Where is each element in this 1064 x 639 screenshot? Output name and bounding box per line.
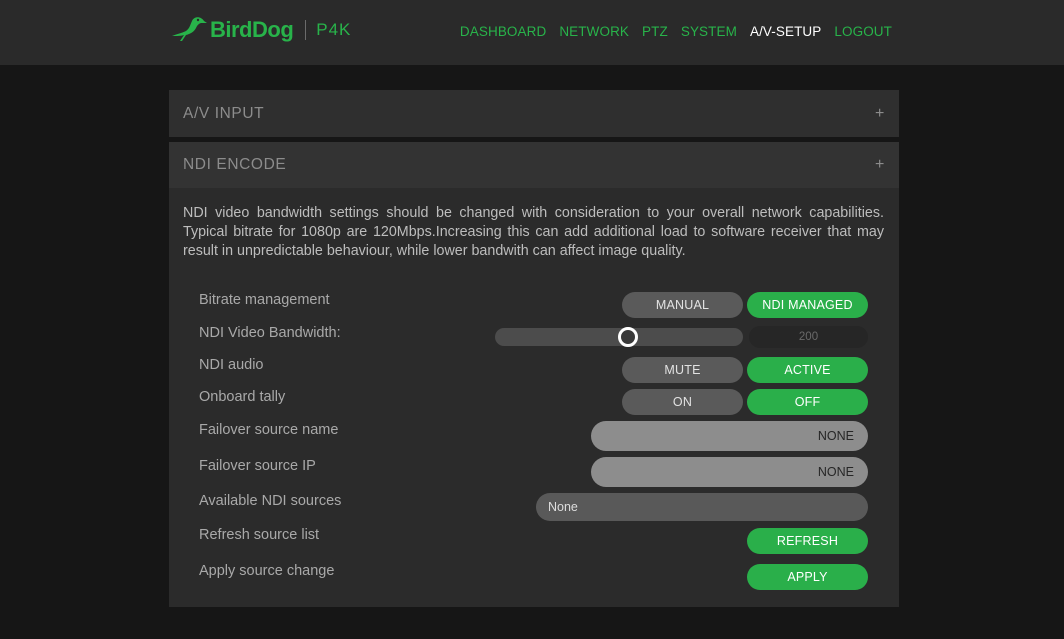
ndi-encode-body: NDI video bandwidth settings should be c…	[169, 188, 899, 607]
bird-logo-icon	[172, 17, 207, 41]
nav-network[interactable]: NETWORK	[559, 24, 629, 39]
nav-ptz[interactable]: PTZ	[642, 24, 668, 39]
ndi-video-bandwidth-label: NDI Video Bandwidth:	[199, 325, 341, 341]
bitrate-management-label: Bitrate management	[199, 292, 330, 308]
tally-off-button[interactable]: OFF	[747, 389, 868, 415]
onboard-tally-label: Onboard tally	[199, 389, 286, 405]
tally-on-button[interactable]: ON	[622, 389, 743, 415]
bandwidth-slider-handle[interactable]	[617, 327, 638, 347]
nav-av-setup[interactable]: A/V-SETUP	[750, 24, 821, 39]
brand-name: BirdDog	[210, 17, 294, 42]
failover-source-name-label: Failover source name	[199, 422, 339, 438]
expand-icon[interactable]: +	[875, 156, 885, 174]
brand-separator	[305, 20, 307, 40]
failover-source-name-input[interactable]: NONE	[591, 421, 868, 451]
mute-button[interactable]: MUTE	[622, 357, 743, 383]
nav-dashboard[interactable]: DASHBOARD	[460, 24, 546, 39]
ndi-encode-panel: NDI ENCODE + NDI video bandwidth setting…	[169, 142, 899, 607]
available-ndi-sources-select[interactable]: None	[536, 493, 868, 521]
av-input-panel: A/V INPUT +	[169, 90, 899, 137]
expand-icon[interactable]: +	[875, 105, 885, 123]
apply-button[interactable]: APPLY	[747, 564, 868, 590]
av-input-header[interactable]: A/V INPUT +	[169, 90, 899, 138]
ndi-managed-button[interactable]: NDI MANAGED	[747, 292, 868, 318]
failover-source-ip-input[interactable]: NONE	[591, 457, 868, 487]
bandwidth-value-field[interactable]: 200	[749, 326, 868, 348]
ndi-encode-title: NDI ENCODE	[183, 156, 287, 173]
ndi-audio-label: NDI audio	[199, 357, 264, 373]
refresh-button[interactable]: REFRESH	[747, 528, 868, 554]
av-input-title: A/V INPUT	[183, 105, 265, 122]
refresh-source-list-label: Refresh source list	[199, 527, 320, 543]
brand-logo[interactable]: BirdDog P4K	[170, 12, 351, 48]
main-nav: DASHBOARD NETWORK PTZ SYSTEM A/V-SETUP L…	[460, 24, 892, 39]
available-ndi-sources-label: Available NDI sources	[199, 493, 342, 509]
ndi-encode-header[interactable]: NDI ENCODE +	[169, 142, 899, 188]
nav-logout[interactable]: LOGOUT	[834, 24, 892, 39]
model-name: P4K	[316, 20, 352, 39]
manual-button[interactable]: MANUAL	[622, 292, 743, 318]
bandwidth-description: NDI video bandwidth settings should be c…	[183, 205, 884, 259]
top-bar: BirdDog P4K DASHBOARD NETWORK PTZ SYSTEM…	[0, 0, 1064, 65]
failover-source-ip-label: Failover source IP	[199, 458, 316, 474]
nav-system[interactable]: SYSTEM	[681, 24, 737, 39]
apply-source-change-label: Apply source change	[199, 563, 335, 579]
active-button[interactable]: ACTIVE	[747, 357, 868, 383]
